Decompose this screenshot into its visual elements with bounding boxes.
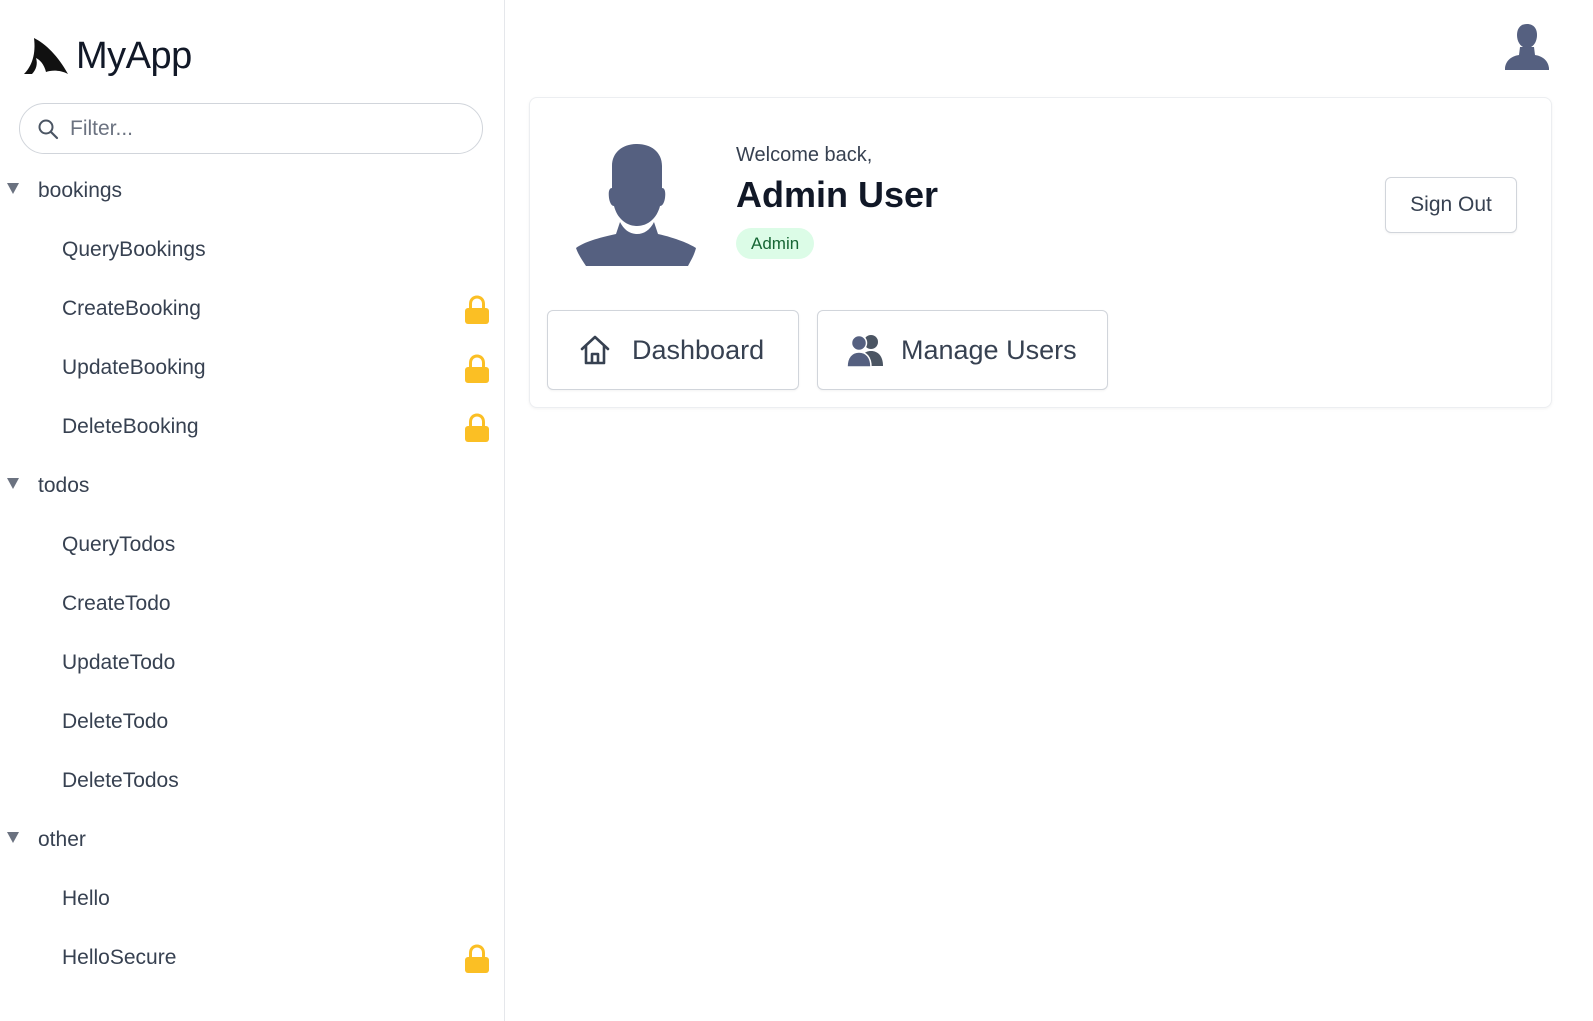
user-silhouette-icon [576,144,696,266]
nav-group-todos[interactable]: todos [0,456,505,515]
nav-item-label: CreateBooking [62,296,201,320]
nav-item-hello[interactable]: Hello [0,869,505,928]
nav-item-label: HelloSecure [62,945,177,969]
filter-input[interactable] [70,116,450,141]
nav-item-label: CreateTodo [62,591,171,615]
nav-item-label: UpdateTodo [62,650,176,674]
search-icon [38,119,59,139]
operations-nav: bookings QueryBookings CreateBooking Update… [0,161,505,987]
brand[interactable]: MyApp [22,32,192,80]
nav-item-querytodos[interactable]: QueryTodos [0,515,505,574]
dashboard-label: Dashboard [632,334,765,365]
caret-down-icon [7,183,19,194]
caret-down-icon [7,478,19,489]
dashboard-button[interactable]: Dashboard [547,310,799,390]
nav-item-querybookings[interactable]: QueryBookings [0,220,505,279]
nav-item-label: DeleteTodos [62,768,179,792]
nav-item-createbooking[interactable]: CreateBooking [0,279,505,338]
caret-down-icon [7,832,19,843]
sidebar: MyApp bookings QueryBookings CreateBooking… [0,0,505,1021]
lock-icon [465,295,489,324]
nav-item-updatebooking[interactable]: UpdateBooking [0,338,505,397]
lock-icon [465,944,489,973]
nav-item-label: QueryTodos [62,532,176,556]
user-name: Admin User [736,174,939,215]
nav-item-label: DeleteTodo [62,709,169,733]
lock-icon [465,413,489,442]
nav-group-label: bookings [38,178,123,202]
nav-item-createtodo[interactable]: CreateTodo [0,574,505,633]
welcome-text: Welcome back, [736,144,873,166]
filter-field[interactable] [19,103,483,154]
manage-users-label: Manage Users [901,334,1077,365]
role-badge: Admin [736,228,815,259]
lock-icon [465,354,489,383]
nav-group-bookings[interactable]: bookings [0,161,505,220]
sign-out-button[interactable]: Sign Out [1385,177,1517,233]
users-icon [846,334,883,368]
nav-item-label: Hello [62,886,110,910]
nav-item-deletetodo[interactable]: DeleteTodo [0,692,505,751]
nav-item-label: QueryBookings [62,237,206,261]
nav-item-label: DeleteBooking [62,414,199,438]
home-icon [580,335,610,365]
nav-group-label: todos [38,473,90,497]
nav-group-other[interactable]: other [0,810,505,869]
shark-fin-logo-icon [24,38,68,74]
app-name: MyApp [76,34,192,77]
user-menu-avatar-icon[interactable] [1504,22,1550,72]
nav-item-deletetodos[interactable]: DeleteTodos [0,751,505,810]
nav-item-deletebooking[interactable]: DeleteBooking [0,397,505,456]
manage-users-button[interactable]: Manage Users [817,310,1108,390]
nav-item-hellosecure[interactable]: HelloSecure [0,928,505,987]
nav-item-updatetodo[interactable]: UpdateTodo [0,633,505,692]
profile-card: Welcome back, Admin User Admin Sign Out … [529,97,1552,408]
nav-item-label: UpdateBooking [62,355,206,379]
nav-group-label: other [38,827,86,851]
